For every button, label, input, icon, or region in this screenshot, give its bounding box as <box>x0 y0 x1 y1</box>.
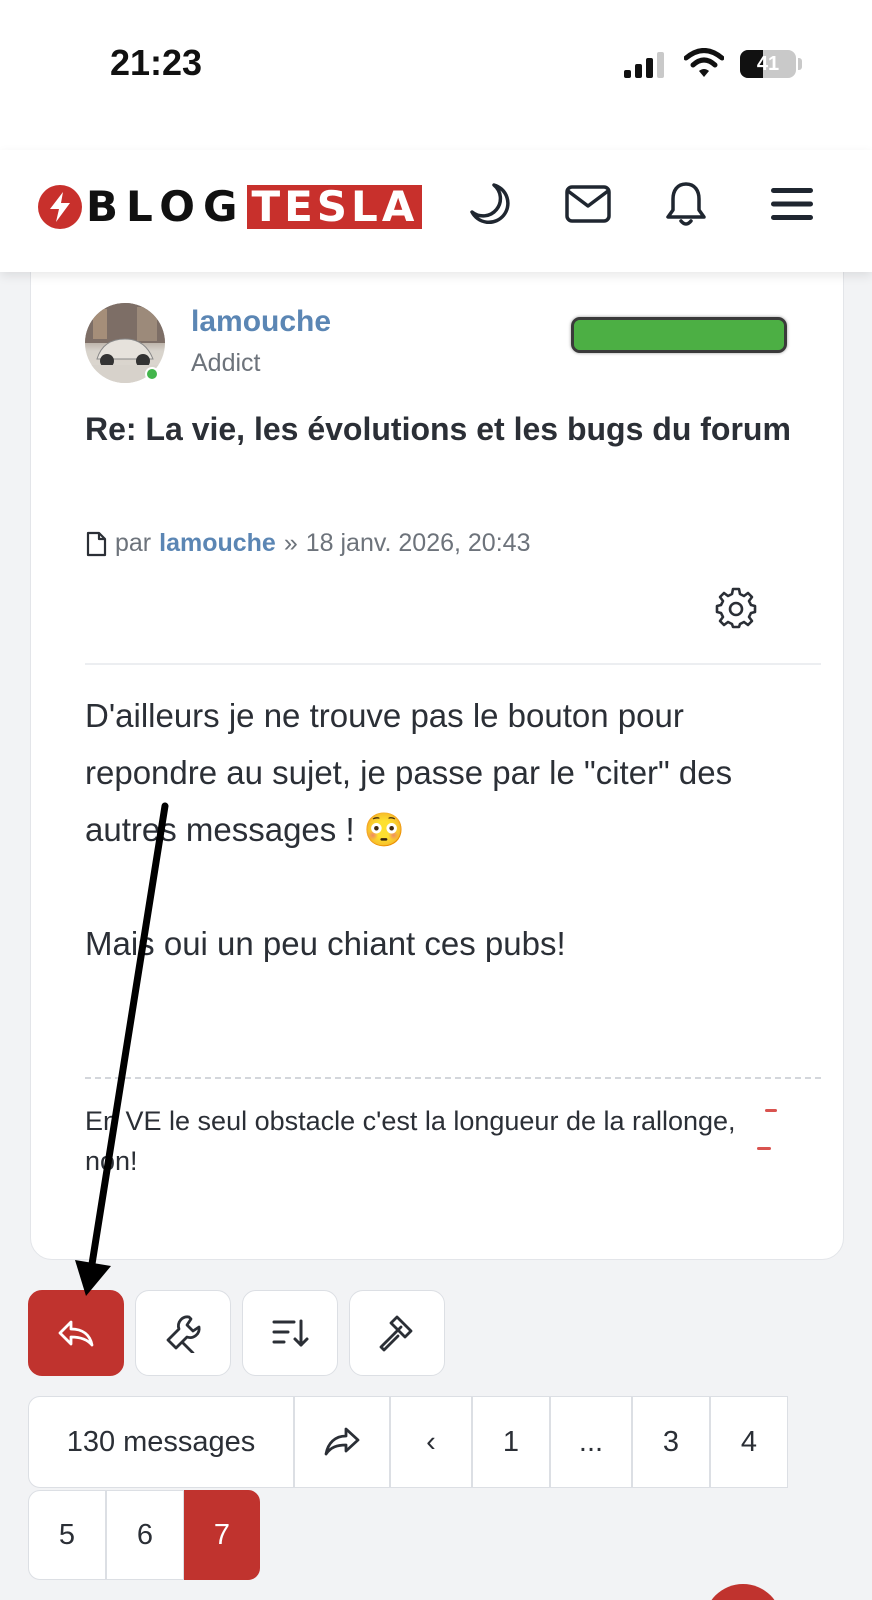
page-link-3[interactable]: 3 <box>632 1396 710 1488</box>
meta-separator: » <box>283 529 298 557</box>
page-current-7[interactable]: 7 <box>184 1490 260 1580</box>
wifi-icon <box>684 48 724 77</box>
signature-divider <box>85 1077 821 1079</box>
gavel-icon <box>379 1315 413 1352</box>
page-link-6[interactable]: 6 <box>106 1490 184 1580</box>
post-paragraph: Mais oui un peu chiant ces pubs! <box>85 925 566 962</box>
online-indicator <box>145 367 159 381</box>
post-paragraph: D'ailleurs je ne trouve pas le bouton po… <box>85 697 733 848</box>
sort-button[interactable] <box>242 1290 338 1376</box>
battery-percent: 41 <box>756 53 780 75</box>
logo-text-tesla: TESLA <box>247 184 423 229</box>
wrench-icon <box>166 1315 201 1353</box>
topic-tools-button[interactable] <box>135 1290 231 1376</box>
share-icon <box>324 1427 360 1456</box>
post-title[interactable]: Re: La vie, les évolutions et les bugs d… <box>85 401 795 458</box>
page-link-4[interactable]: 4 <box>710 1396 788 1488</box>
moon-icon <box>470 183 510 225</box>
messages-button[interactable] <box>562 178 614 230</box>
cellular-signal-icon <box>624 52 664 78</box>
sort-icon <box>272 1319 309 1347</box>
reputation-fill <box>574 320 784 350</box>
status-time: 21:23 <box>110 42 203 83</box>
site-header: BLOG TESLA <box>0 150 872 272</box>
reputation-bar <box>571 317 787 353</box>
meta-author-link[interactable]: lamouche <box>159 529 276 558</box>
previous-page-button[interactable]: ‹ <box>390 1396 472 1488</box>
menu-icon <box>771 188 813 220</box>
post-card: lamouche Addict Re: La vie, les évolutio… <box>30 250 844 1260</box>
share-button[interactable] <box>294 1396 390 1488</box>
post-date: 18 janv. 2026, 20:43 <box>305 529 531 557</box>
gear-icon[interactable] <box>715 587 757 629</box>
battery-cap <box>798 58 802 70</box>
moderation-button[interactable] <box>349 1290 445 1376</box>
message-count: 130 messages <box>28 1396 294 1488</box>
post-signature: En VE le seul obstacle c'est la longueur… <box>85 1106 736 1176</box>
signature-mark <box>757 1147 771 1150</box>
mail-icon <box>565 185 611 223</box>
bell-icon <box>666 182 706 226</box>
status-bar: 21:23 41 <box>0 0 872 150</box>
page-link-1[interactable]: 1 <box>472 1396 550 1488</box>
page-link-5[interactable]: 5 <box>28 1490 106 1580</box>
battery-indicator: 41 <box>740 50 796 78</box>
site-logo[interactable]: BLOG TESLA <box>38 182 423 231</box>
notifications-button[interactable] <box>660 178 712 230</box>
logo-text-blog: BLOG <box>86 182 246 231</box>
post-body: D'ailleurs je ne trouve pas le bouton po… <box>85 687 805 972</box>
dark-mode-button[interactable] <box>464 178 516 230</box>
menu-button[interactable] <box>766 178 818 230</box>
signature-mark <box>765 1109 777 1112</box>
floating-action-button[interactable] <box>704 1584 782 1600</box>
post-divider <box>85 663 821 665</box>
post-author-link[interactable]: lamouche <box>191 305 331 339</box>
lightning-logo-icon <box>38 184 82 229</box>
post-file-icon[interactable] <box>85 531 107 557</box>
meta-prefix: par <box>115 529 152 557</box>
page-ellipsis[interactable]: ... <box>550 1396 632 1488</box>
reply-button[interactable] <box>28 1290 124 1376</box>
reply-icon <box>58 1320 94 1347</box>
post-meta: par lamouche » 18 janv. 2026, 20:43 <box>85 529 530 558</box>
author-rank: Addict <box>191 349 261 377</box>
